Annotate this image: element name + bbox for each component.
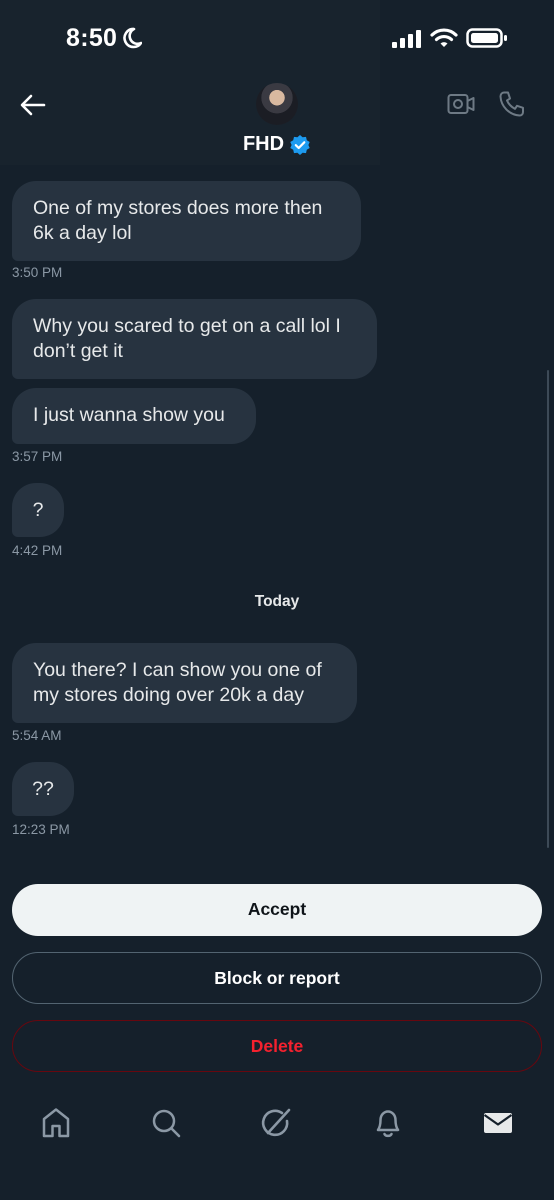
notifications-bell-icon[interactable] bbox=[372, 1106, 404, 1140]
block-or-report-button[interactable]: Block or report bbox=[12, 952, 542, 1004]
dm-request-screen: 8:50 FHD One of my stores does more then… bbox=[0, 0, 554, 1200]
home-icon[interactable] bbox=[40, 1106, 72, 1140]
conversation-title[interactable]: FHD bbox=[0, 133, 554, 156]
scrollbar[interactable] bbox=[547, 370, 549, 848]
message-bubble[interactable]: Why you scared to get on a call lol I do… bbox=[12, 299, 377, 379]
moon-icon bbox=[123, 27, 142, 49]
message-bubble[interactable]: You there? I can show you one of my stor… bbox=[12, 643, 357, 723]
search-icon[interactable] bbox=[150, 1106, 182, 1140]
delete-button[interactable]: Delete bbox=[12, 1020, 542, 1072]
status-bar: 8:50 bbox=[0, 0, 554, 78]
bottom-tab-bar bbox=[0, 1088, 554, 1200]
message-timestamp: 3:50 PM bbox=[12, 265, 63, 280]
message-timestamp: 3:57 PM bbox=[12, 449, 63, 464]
message-bubble[interactable]: I just wanna show you bbox=[12, 388, 256, 444]
user-name: FHD bbox=[242, 133, 285, 155]
message-timestamp: 5:54 AM bbox=[12, 728, 62, 743]
day-separator: Today bbox=[254, 593, 300, 610]
accept-button[interactable]: Accept bbox=[12, 884, 542, 936]
avatar[interactable] bbox=[256, 83, 298, 125]
wifi-icon bbox=[430, 28, 458, 47]
status-time: 8:50 bbox=[66, 24, 118, 52]
battery-icon bbox=[466, 28, 507, 48]
video-call-icon[interactable] bbox=[447, 92, 475, 116]
back-arrow-icon[interactable] bbox=[18, 90, 48, 120]
message-timestamp: 12:23 PM bbox=[12, 822, 70, 837]
cellular-signal-icon bbox=[392, 30, 421, 48]
message-timestamp: 4:42 PM bbox=[12, 543, 63, 558]
message-bubble[interactable]: One of my stores does more then 6k a day… bbox=[12, 181, 361, 261]
phone-call-icon[interactable] bbox=[498, 90, 526, 118]
verified-badge-icon bbox=[290, 134, 310, 155]
message-bubble[interactable]: ? bbox=[12, 483, 64, 537]
messages-envelope-icon[interactable] bbox=[482, 1106, 514, 1140]
grok-icon[interactable] bbox=[260, 1106, 294, 1140]
message-bubble[interactable]: ?? bbox=[12, 762, 74, 816]
